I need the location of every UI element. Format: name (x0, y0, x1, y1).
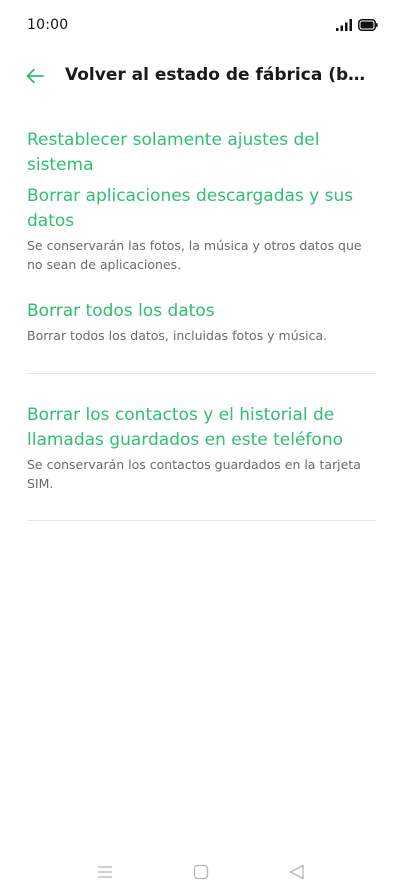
option-title: Borrar los contactos y el historial de l… (27, 405, 343, 450)
divider (27, 520, 376, 521)
option-erase-contacts-call-history[interactable]: Borrar los contactos y el historial de l… (27, 403, 377, 493)
option-title: Restablecer solamente ajustes del sistem… (27, 130, 320, 175)
option-reset-system-settings[interactable]: Restablecer solamente ajustes del sistem… (27, 128, 377, 178)
battery-icon (358, 19, 378, 31)
back-arrow-icon[interactable] (25, 66, 45, 86)
option-erase-downloaded-apps[interactable]: Borrar aplicaciones descargadas y sus da… (27, 184, 377, 274)
option-erase-all-data[interactable]: Borrar todos los datos Borrar todos los … (27, 299, 377, 345)
menu-icon[interactable] (95, 862, 115, 882)
divider (27, 373, 376, 374)
option-description: Borrar todos los datos, incluidas fotos … (27, 328, 328, 343)
option-title: Borrar aplicaciones descargadas y sus da… (27, 186, 354, 231)
option-description: Se conservarán los contactos guardados e… (27, 457, 361, 491)
back-triangle-icon[interactable] (287, 862, 307, 882)
option-description: Se conservarán las fotos, la música y ot… (27, 238, 362, 272)
option-title: Borrar todos los datos (27, 301, 215, 321)
page-title: Volver al estado de fábrica (borrar todo… (65, 65, 375, 85)
status-time: 10:00 (27, 17, 69, 33)
app-header: Volver al estado de fábrica (borrar todo… (0, 52, 403, 100)
status-bar: 10:00 (0, 0, 403, 52)
navigation-bar (0, 850, 403, 896)
signal-icon (336, 19, 352, 31)
home-icon[interactable] (191, 862, 211, 882)
